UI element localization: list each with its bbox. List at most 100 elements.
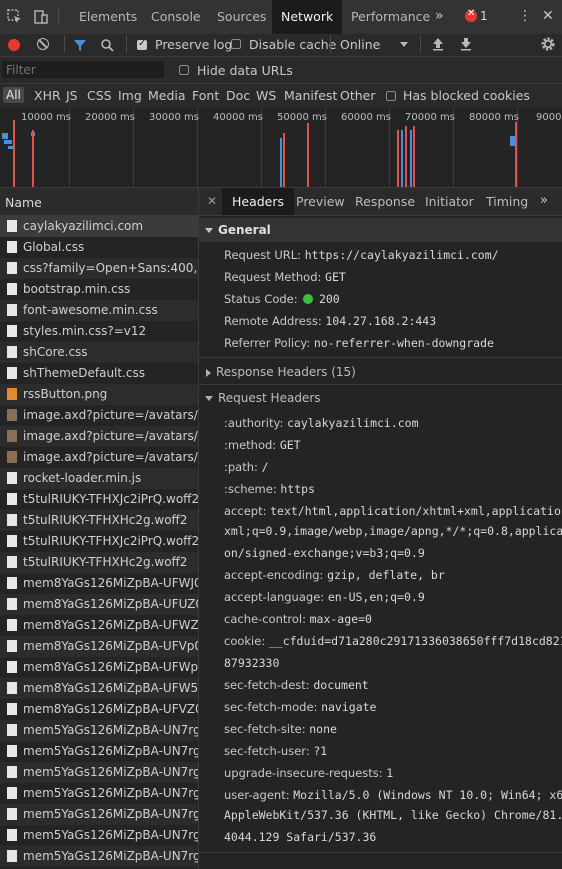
request-row[interactable]: image.axd?picture=/avatars/yi <box>0 447 198 468</box>
request-name: mem5YaGs126MiZpBA-UN7rg <box>23 828 198 842</box>
type-filter-font[interactable]: Font <box>192 88 219 103</box>
type-filter-ws[interactable]: WS <box>256 88 276 103</box>
request-row[interactable]: mem8YaGs126MiZpBA-UFW5. <box>0 678 198 699</box>
search-icon[interactable] <box>100 38 114 55</box>
more-detail-tabs-icon[interactable]: » <box>540 193 548 208</box>
tab-headers[interactable]: Headers <box>222 188 295 215</box>
request-row[interactable]: image.axd?picture=/avatars/... <box>0 426 198 447</box>
request-row[interactable]: mem8YaGs126MiZpBA-UFWZ. <box>0 615 198 636</box>
disable-cache-checkbox[interactable] <box>231 39 241 49</box>
has-blocked-cookies-checkbox[interactable] <box>386 91 396 101</box>
request-row[interactable]: Global.css <box>0 237 198 258</box>
kebab-menu-icon[interactable]: ⋮ <box>518 9 532 23</box>
request-row[interactable]: mem5YaGs126MiZpBA-UN7rg <box>0 741 198 762</box>
general-row: Status Code: 200 <box>224 292 340 306</box>
request-row[interactable]: mem8YaGs126MiZpBA-UFWp. <box>0 657 198 678</box>
request-row[interactable]: shCore.css <box>0 342 198 363</box>
request-row[interactable]: shThemeDefault.css <box>0 363 198 384</box>
type-filter-css[interactable]: CSS <box>87 88 112 103</box>
request-row[interactable]: font-awesome.min.css <box>0 300 198 321</box>
inspect-element-icon[interactable] <box>6 8 24 26</box>
request-name: mem8YaGs126MiZpBA-UFWp. <box>23 660 198 674</box>
type-filter-other[interactable]: Other <box>340 88 376 103</box>
header-key: :scheme: <box>224 482 277 496</box>
request-row[interactable]: t5tulRIUKY-TFHXJc2iPrQ.woff2 <box>0 489 198 510</box>
type-filter-media[interactable]: Media <box>148 88 186 103</box>
request-row[interactable]: mem5YaGs126MiZpBA-UN7rg <box>0 804 198 825</box>
request-name: mem5YaGs126MiZpBA-UN7rg <box>23 786 198 800</box>
general-section-header[interactable]: General <box>199 218 562 242</box>
clear-icon[interactable] <box>37 38 49 50</box>
request-header-row: AppleWebKit/537.36 (KHTML, like Gecko) C… <box>224 808 562 822</box>
type-filter-doc[interactable]: Doc <box>226 88 250 103</box>
filter-icon[interactable] <box>73 38 87 55</box>
name-column-header[interactable]: Name <box>0 188 199 216</box>
request-row[interactable]: t5tulRIUKY-TFHXHc2g.woff2 <box>0 510 198 531</box>
tab-elements[interactable]: Elements <box>70 0 146 34</box>
type-filter-xhr[interactable]: XHR <box>34 88 61 103</box>
header-value: / <box>261 460 269 474</box>
tab-performance[interactable]: Performance <box>342 0 439 34</box>
request-name: bootstrap.min.css <box>23 282 131 296</box>
request-row[interactable]: rssButton.png <box>0 384 198 405</box>
type-filter-img[interactable]: Img <box>118 88 142 103</box>
tab-console[interactable]: Console <box>142 0 210 34</box>
gear-icon[interactable] <box>540 36 556 55</box>
request-row[interactable]: css?family=Open+Sans:400,70 <box>0 258 198 279</box>
request-row[interactable]: mem5YaGs126MiZpBA-UN7rg <box>0 762 198 783</box>
device-toolbar-icon[interactable] <box>32 8 50 26</box>
request-row[interactable]: image.axd?picture=/avatars/al <box>0 405 198 426</box>
request-header-row: :method: GET <box>224 438 301 452</box>
tab-response[interactable]: Response <box>355 188 415 215</box>
more-tabs-icon[interactable]: » <box>435 8 444 24</box>
request-row[interactable]: t5tulRIUKY-TFHXJc2iPrQ.woff2 <box>0 531 198 552</box>
document-icon <box>7 220 17 232</box>
request-row[interactable]: mem5YaGs126MiZpBA-UN7rg <box>0 846 198 867</box>
request-row[interactable]: mem5YaGs126MiZpBA-UN7rg <box>0 825 198 846</box>
request-row[interactable]: bootstrap.min.css <box>0 279 198 300</box>
tab-timing[interactable]: Timing <box>486 188 528 215</box>
request-row[interactable]: mem5YaGs126MiZpBA-UN7rg <box>0 720 198 741</box>
response-headers-section-header[interactable]: Response Headers (15) <box>199 360 562 384</box>
close-devtools-icon[interactable]: ✕ <box>542 8 554 24</box>
request-headers-title: Request Headers <box>218 391 321 405</box>
export-har-icon[interactable] <box>460 37 472 54</box>
request-list: caylakyazilimci.com Global.css css?famil… <box>0 216 199 869</box>
request-row[interactable]: rocket-loader.min.js <box>0 468 198 489</box>
type-filter-manifest[interactable]: Manifest <box>284 88 337 103</box>
timeline-label: 20000 ms <box>85 112 135 123</box>
tab-preview[interactable]: Preview <box>296 188 345 215</box>
header-value: gzip, deflate, br <box>327 568 445 582</box>
network-overview[interactable]: 10000 ms 20000 ms 30000 ms 40000 ms 5000… <box>0 108 562 188</box>
toolbar-divider <box>58 8 59 26</box>
request-row[interactable]: t5tulRIUKY-TFHXHc2g.woff2 <box>0 552 198 573</box>
preserve-log-checkbox[interactable] <box>137 38 147 50</box>
request-row[interactable]: caylakyazilimci.com <box>0 216 198 237</box>
request-header-row: sec-fetch-user: ?1 <box>224 744 327 758</box>
request-headers-section-header[interactable]: Request Headers <box>199 386 562 410</box>
tab-sources[interactable]: Sources <box>208 0 275 34</box>
type-filter-js[interactable]: JS <box>66 88 78 103</box>
close-detail-icon[interactable]: ✕ <box>207 194 217 208</box>
request-row[interactable]: mem8YaGs126MiZpBA-UFWJ0 <box>0 573 198 594</box>
throttling-select[interactable]: Online <box>340 37 412 53</box>
import-har-icon[interactable] <box>432 37 444 54</box>
error-counter[interactable]: ✕ 1 <box>465 8 488 23</box>
hide-data-urls-checkbox[interactable] <box>179 65 189 75</box>
request-row[interactable]: mem8YaGs126MiZpBA-UFVp0 <box>0 636 198 657</box>
request-row[interactable]: styles.min.css?=v12 <box>0 321 198 342</box>
request-row[interactable]: mem5YaGs126MiZpBA-UN7rg <box>0 783 198 804</box>
tab-network[interactable]: Network <box>272 0 343 36</box>
header-key: Status Code: <box>224 292 298 306</box>
general-row: Request URL: https://caylakyazilimci.com… <box>224 248 499 262</box>
request-row[interactable]: mem8YaGs126MiZpBA-UFUZ0 <box>0 594 198 615</box>
request-name: mem5YaGs126MiZpBA-UN7rg <box>23 807 198 821</box>
filter-input[interactable] <box>2 61 164 78</box>
header-value: GET <box>325 270 346 284</box>
header-key: :authority: <box>224 416 284 430</box>
request-row[interactable]: mem8YaGs126MiZpBA-UFVZ0 <box>0 699 198 720</box>
request-header-row: user-agent: Mozilla/5.0 (Windows NT 10.0… <box>224 788 562 802</box>
type-filter-all[interactable]: All <box>3 87 24 103</box>
tab-initiator[interactable]: Initiator <box>425 188 474 215</box>
record-icon[interactable] <box>8 39 20 51</box>
